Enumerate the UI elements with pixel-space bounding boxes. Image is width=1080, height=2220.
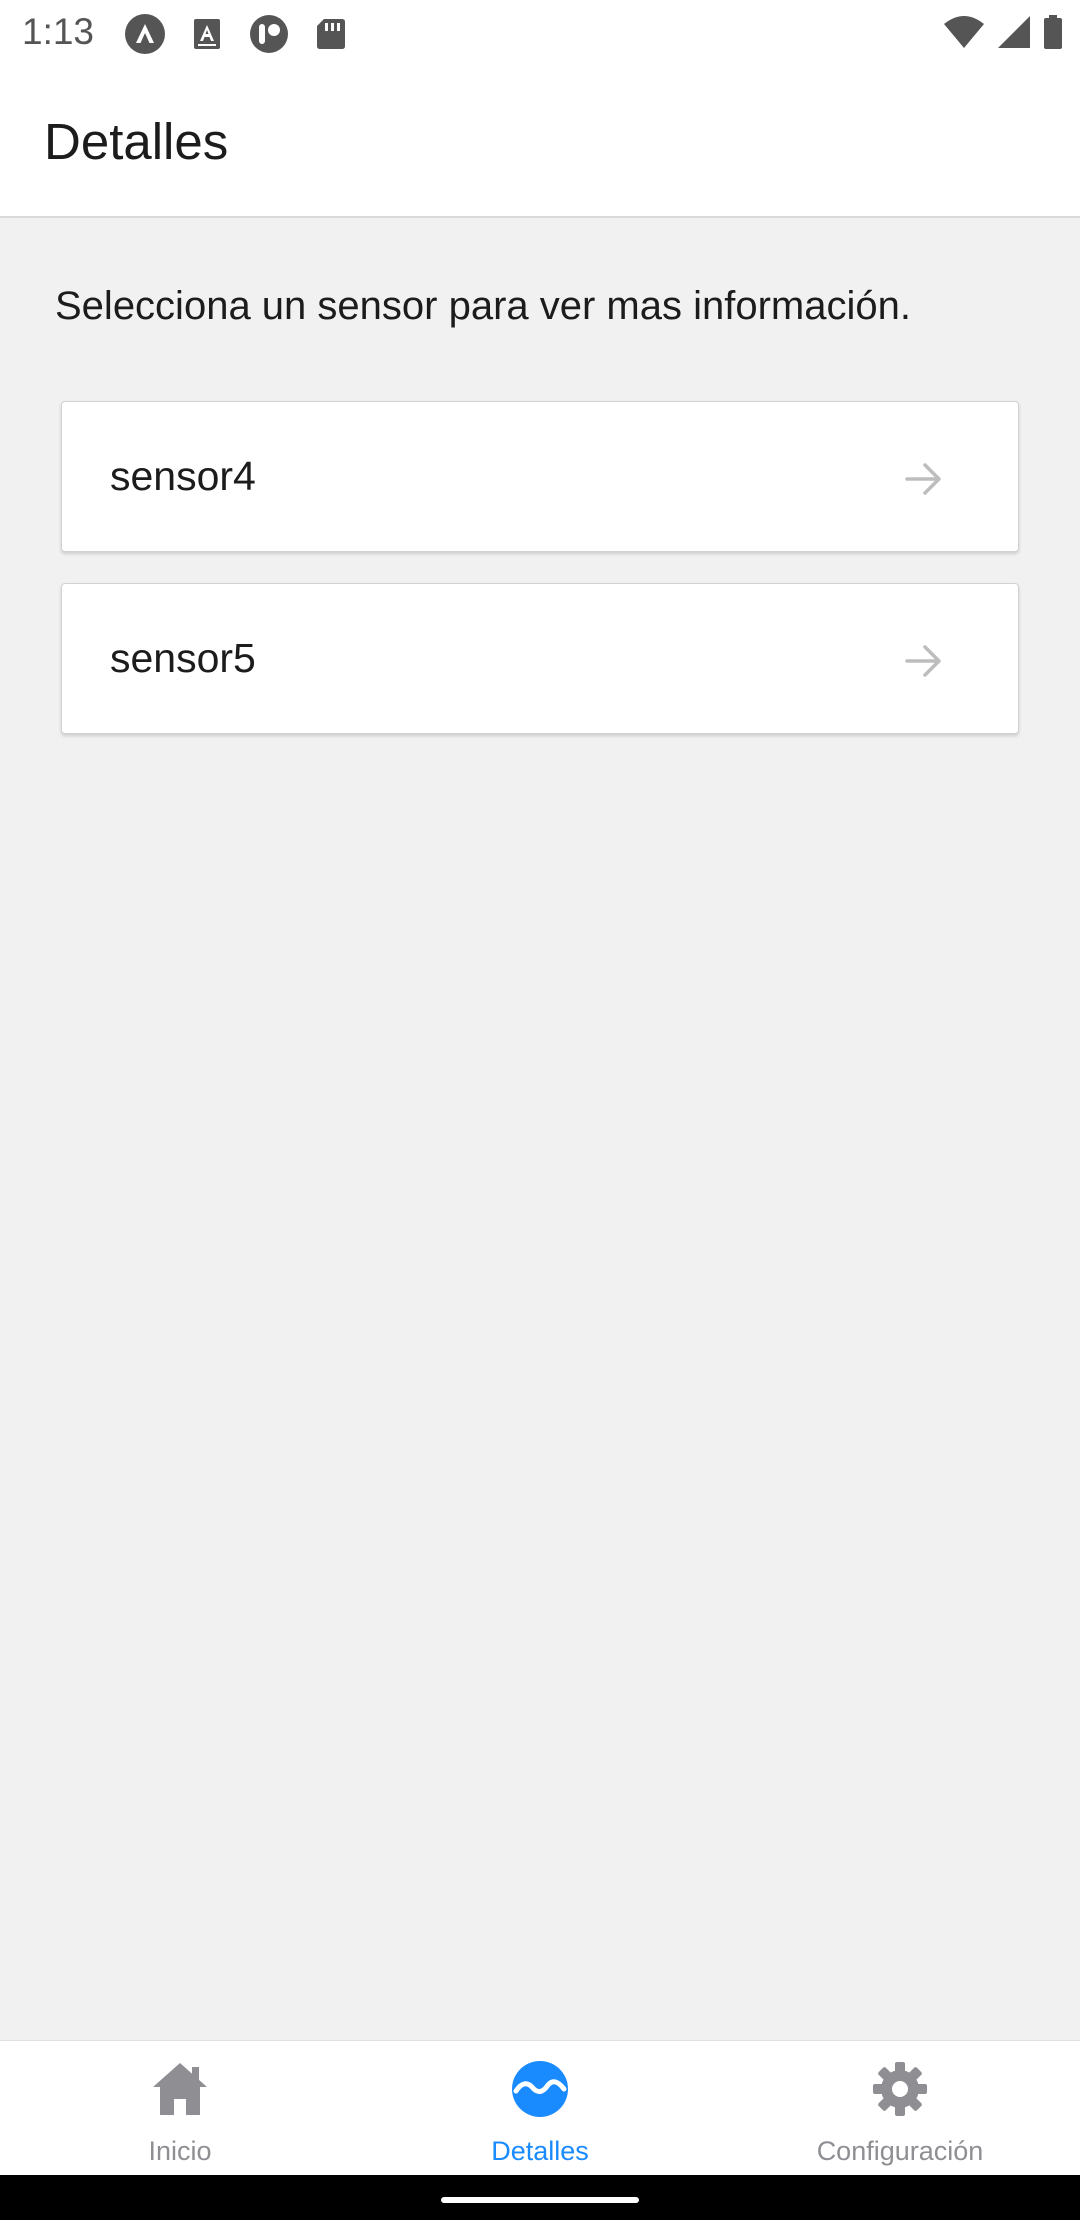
tab-label: Detalles xyxy=(491,2136,589,2166)
toggle-icon xyxy=(248,13,290,55)
status-notification-icons xyxy=(124,14,352,54)
wave-circle-icon xyxy=(510,2059,570,2119)
arrow-right-icon xyxy=(904,459,944,499)
bottom-navigation: Inicio Detalles Configuración xyxy=(0,2040,1080,2175)
tab-detalles[interactable]: Detalles xyxy=(360,2041,720,2176)
sensor-card-sensor4[interactable]: sensor4 xyxy=(61,401,1019,552)
wifi-icon xyxy=(942,14,986,55)
app-icon-a xyxy=(124,13,166,55)
sensor-name: sensor4 xyxy=(110,453,256,499)
tab-label: Inicio xyxy=(148,2136,212,2166)
signal-icon xyxy=(996,14,1032,55)
home-icon xyxy=(150,2059,210,2119)
arrow-right-icon xyxy=(904,641,944,681)
text-icon-a xyxy=(186,13,228,55)
app-screen: 1:13 Detalles Selecciona un sensor para … xyxy=(0,0,1080,2220)
status-system-icons xyxy=(942,14,1064,54)
sd-card-icon xyxy=(310,13,352,55)
home-indicator[interactable] xyxy=(441,2197,639,2203)
status-bar: 1:13 xyxy=(0,0,1080,66)
tab-configuracion[interactable]: Configuración xyxy=(720,2041,1080,2176)
sensor-card-sensor5[interactable]: sensor5 xyxy=(61,583,1019,734)
status-time: 1:13 xyxy=(22,11,95,52)
tab-inicio[interactable]: Inicio xyxy=(0,2041,360,2176)
page-title: Detalles xyxy=(44,113,229,170)
system-navigation-bar xyxy=(0,2175,1080,2220)
tab-label: Configuración xyxy=(816,2136,984,2166)
intro-text: Selecciona un sensor para ver mas inform… xyxy=(55,284,911,328)
app-header: Detalles xyxy=(0,66,1080,218)
sensor-name: sensor5 xyxy=(110,635,256,681)
battery-icon xyxy=(1042,14,1064,55)
gear-icon xyxy=(870,2059,930,2119)
